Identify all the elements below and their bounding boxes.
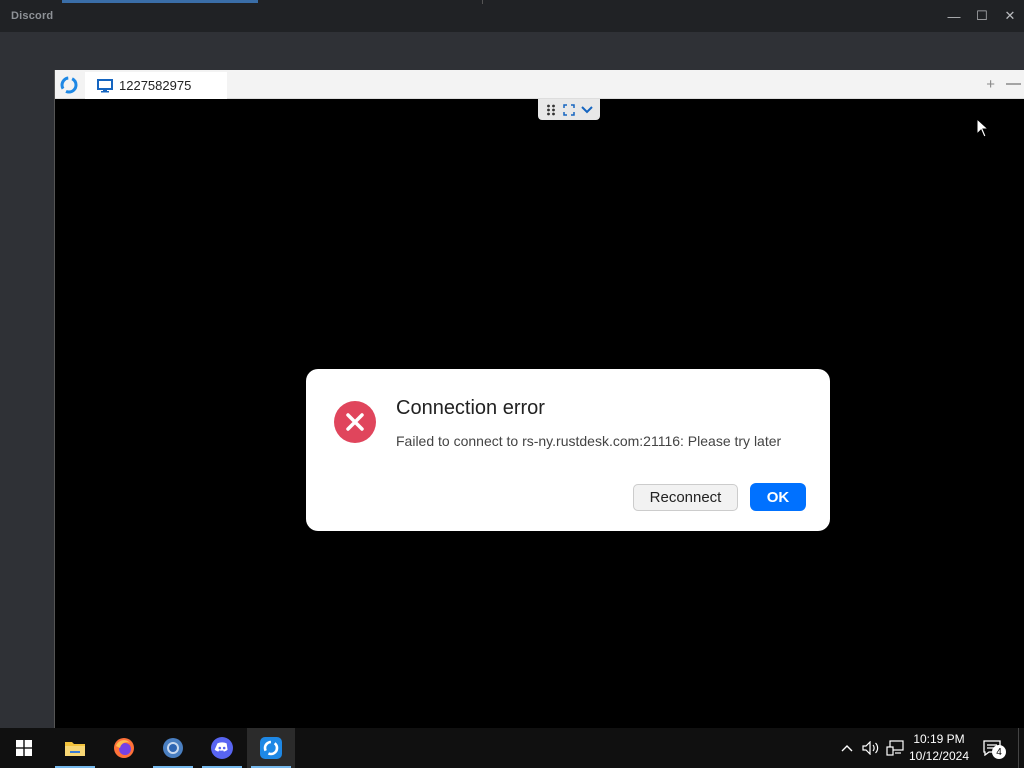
discord-title: Discord [11, 10, 54, 22]
dialog-title: Connection error [396, 397, 545, 419]
clock-date: 10/12/2024 [908, 749, 970, 763]
rustdesk-icon [260, 737, 282, 759]
taskbar-chrome[interactable] [149, 728, 197, 768]
taskbar-rustdesk[interactable] [247, 728, 295, 768]
tab-remote-session[interactable]: 1227582975 [85, 72, 227, 99]
taskbar: 10:19 PM 10/12/2024 4 [0, 728, 1024, 768]
discord-titlebar: Discord — ☐ ✕ [0, 0, 1024, 32]
fullscreen-icon[interactable] [561, 102, 577, 118]
titlebar-separator [482, 0, 483, 4]
chrome-icon [163, 738, 183, 758]
firefox-icon [114, 738, 134, 758]
volume-button[interactable] [860, 728, 882, 768]
clock-time: 10:19 PM [913, 732, 965, 746]
taskbar-clock[interactable]: 10:19 PM 10/12/2024 [903, 731, 975, 765]
error-icon [334, 401, 376, 443]
rustdesk-logo-icon [60, 76, 78, 94]
tab-label: 1227582975 [119, 78, 192, 93]
taskbar-file-explorer[interactable] [51, 728, 99, 768]
mouse-cursor-icon [976, 118, 989, 138]
add-tab-button[interactable]: + [986, 76, 995, 93]
ok-button[interactable]: OK [750, 483, 806, 511]
rustdesk-minimize-button[interactable]: — [1006, 75, 1021, 92]
volume-icon [862, 741, 879, 755]
dialog-message: Failed to connect to rs-ny.rustdesk.com:… [396, 433, 782, 449]
folder-icon [65, 742, 85, 756]
taskbar-discord[interactable] [198, 728, 246, 768]
tray-overflow-button[interactable] [838, 728, 856, 768]
reconnect-button[interactable]: Reconnect [633, 484, 738, 511]
discord-icon [211, 737, 233, 759]
discord-minimize-button[interactable]: — [940, 0, 968, 32]
connection-error-dialog: Connection error Failed to connect to rs… [306, 369, 830, 531]
discord-close-button[interactable]: ✕ [996, 0, 1024, 32]
remote-toolbar [538, 99, 600, 120]
windows-icon [16, 740, 32, 756]
chevron-up-icon [841, 745, 853, 752]
chevron-down-icon[interactable] [579, 102, 595, 118]
notification-count-badge: 4 [992, 745, 1006, 759]
start-button[interactable] [0, 728, 48, 768]
discord-tab-accent [62, 0, 258, 3]
drag-handle-icon[interactable] [543, 102, 559, 118]
show-desktop-button[interactable] [1018, 728, 1019, 768]
network-icon [886, 740, 904, 756]
discord-maximize-button[interactable]: ☐ [968, 0, 996, 32]
monitor-icon [97, 78, 113, 92]
rustdesk-tabbar: 1227582975 + — [55, 70, 1024, 99]
taskbar-firefox[interactable] [100, 728, 148, 768]
